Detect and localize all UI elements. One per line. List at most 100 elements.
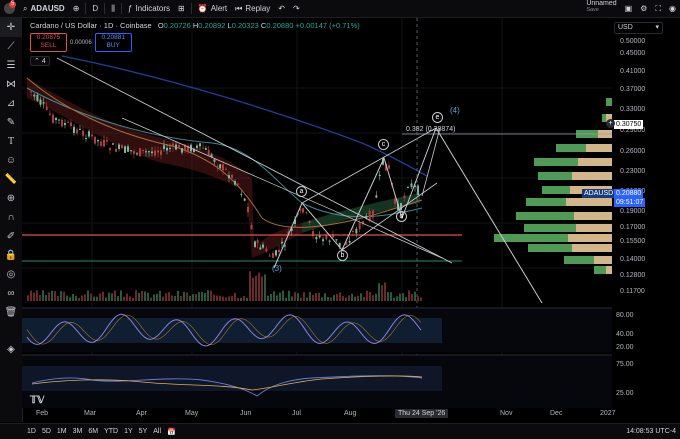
range-button-all[interactable]: All: [150, 428, 164, 435]
volume-bar: [336, 294, 338, 301]
volume-bar: [384, 282, 386, 301]
fib-label: 0.382 (0.28874): [406, 126, 456, 133]
wave-label-c: c: [378, 139, 389, 150]
candle-body: [231, 174, 233, 178]
indicator-count-toggle[interactable]: ⌃ 4: [30, 56, 50, 66]
magnet-tool[interactable]: ∩: [0, 208, 22, 227]
add-alert-plus[interactable]: +: [606, 119, 615, 128]
range-button-5d[interactable]: 5D: [39, 428, 54, 435]
drawing-toolbar: ✛ ⟋ ☰ ⋈ ⊿ ✎ T ☺ 📏 ⊕ ∩ ✐ 🔒 ◎ ∞ 🗑 ◈: [0, 18, 23, 422]
currency-select[interactable]: USD ▾: [614, 22, 663, 34]
clock: 14:08:53 UTC-4: [626, 428, 676, 435]
stay-drawing-tool[interactable]: ✐: [0, 227, 22, 246]
candle-body: [275, 250, 277, 256]
lock-tool[interactable]: 🔒: [0, 246, 22, 265]
price-axis[interactable]: USD ▾ 0.50000 0.45000 0.41000 0.37000 0.3300…: [582, 18, 680, 408]
candle-body: [133, 151, 135, 154]
range-button-ytd[interactable]: YTD: [101, 428, 121, 435]
candle-body: [204, 148, 207, 150]
candle-body: [160, 150, 162, 155]
volume-bar: [390, 292, 392, 301]
sell-label: SELL: [40, 42, 57, 49]
templates-button[interactable]: ⊞: [174, 0, 189, 17]
volume-bar: [66, 295, 68, 301]
undo-button[interactable]: ↶: [274, 0, 289, 17]
chart-type-button[interactable]: ⫼: [107, 0, 119, 17]
redo-button[interactable]: ↷: [289, 0, 304, 17]
candle-body: [407, 186, 409, 188]
volume-bar: [78, 297, 80, 301]
candle-body: [139, 148, 141, 157]
time-axis[interactable]: FebMarAprMayJunJulAugSepNovDec2027 Thu 2…: [22, 408, 616, 422]
volume-bar: [258, 272, 260, 301]
add-symbol-button[interactable]: ⊕: [69, 0, 84, 17]
price-level-label: 0.19000: [620, 208, 646, 215]
fib-tool[interactable]: ☰: [0, 56, 22, 75]
emoji-tool[interactable]: ☺: [0, 151, 22, 170]
volume-bar: [36, 290, 38, 301]
range-button-1d[interactable]: 1D: [24, 428, 39, 435]
settings-button[interactable]: ⚙: [636, 0, 651, 17]
candle-body: [166, 147, 168, 151]
pattern-tool[interactable]: ⋈: [0, 75, 22, 94]
candle-body: [94, 136, 96, 144]
range-button-1m[interactable]: 1M: [54, 428, 70, 435]
indicators-button[interactable]: ƒ Indicators: [124, 0, 174, 17]
range-button-6m[interactable]: 6M: [85, 428, 101, 435]
volume-bar: [93, 296, 95, 301]
ruler-tool[interactable]: 📏: [0, 170, 22, 189]
buy-button[interactable]: 0.20881 BUY: [94, 33, 132, 52]
time-label: Jul: [292, 410, 301, 417]
range-button-5y[interactable]: 5Y: [136, 428, 151, 435]
candle-body: [118, 144, 120, 149]
wave-label-e: e: [432, 112, 443, 123]
candle-body: [52, 114, 54, 123]
layout-menu-button[interactable]: Unnamed Save: [582, 0, 620, 17]
chart-pane[interactable]: (4) (3) a b c d e 0.382 (0.28874) 80.00 …: [22, 18, 634, 408]
volume-bar: [354, 296, 356, 301]
range-button-3m[interactable]: 3M: [70, 428, 86, 435]
projection-tool[interactable]: ⊿: [0, 94, 22, 113]
crosshair-tool[interactable]: ✛: [0, 18, 22, 37]
volume-bar: [342, 296, 344, 301]
symbol-search-button[interactable]: ⌕ ADAUSD: [19, 0, 69, 17]
goto-date-button[interactable]: 📅: [164, 428, 179, 436]
layout-grid-button[interactable]: ▣: [621, 0, 637, 17]
volume-bar: [177, 290, 179, 301]
fullscreen-button[interactable]: ⛶: [651, 0, 665, 17]
brush-tool[interactable]: ✎: [0, 113, 22, 132]
layers-tool[interactable]: ◈: [0, 340, 22, 359]
candle-body: [410, 183, 413, 188]
volume-bar: [87, 290, 89, 301]
delete-tool[interactable]: 🗑: [0, 303, 22, 322]
interval-button[interactable]: D: [88, 0, 102, 17]
candle-body: [154, 150, 156, 156]
alert-button[interactable]: ⏰ Alert: [194, 0, 231, 17]
trendline-tool[interactable]: ⟋: [0, 37, 22, 56]
candle-body: [202, 147, 204, 149]
tv-logo: 𝕋𝕍: [30, 395, 45, 406]
volume-bar: [75, 295, 77, 301]
notifications-button[interactable]: 5: [0, 0, 19, 17]
price-level-label: 0.14000: [620, 256, 646, 263]
volume-bar: [267, 295, 269, 301]
hide-tool[interactable]: ◎: [0, 265, 22, 284]
price-level-label: 0.12800: [620, 272, 646, 279]
screenshot-button[interactable]: ◉: [665, 0, 680, 17]
candle-body: [73, 126, 75, 134]
sell-button[interactable]: 0.20875 SELL: [30, 33, 67, 52]
text-tool[interactable]: T: [0, 132, 22, 151]
chart-canvas[interactable]: [22, 18, 612, 408]
replay-button[interactable]: ⏮ Replay: [231, 0, 274, 17]
candle-body: [76, 129, 78, 134]
candle-body: [272, 253, 274, 258]
zoom-tool[interactable]: ⊕: [0, 189, 22, 208]
volume-bar: [402, 293, 404, 301]
volume-bar: [114, 290, 116, 301]
wave-label-b: b: [337, 250, 348, 261]
link-tool[interactable]: ∞: [0, 284, 22, 303]
candle-body: [67, 121, 69, 123]
range-button-1y[interactable]: 1Y: [121, 428, 136, 435]
volume-profile-bar: [574, 212, 612, 220]
candle-body: [394, 198, 396, 204]
